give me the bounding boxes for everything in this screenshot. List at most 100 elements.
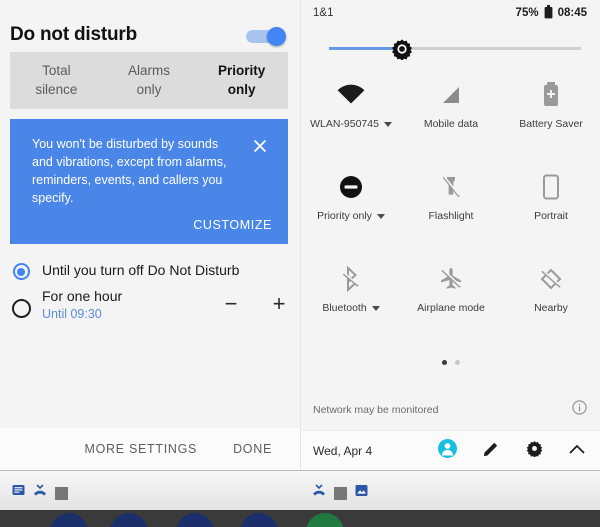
increase-duration-button[interactable]: + <box>268 293 290 315</box>
nearby-off-icon <box>538 256 564 302</box>
dnd-mode-priority-only[interactable]: Priority only <box>195 52 288 109</box>
wifi-icon <box>337 72 365 118</box>
app-icon-blue[interactable] <box>110 513 148 527</box>
toggle-thumb <box>267 27 286 46</box>
tile-label: Battery Saver <box>519 118 583 130</box>
page-dot-2[interactable] <box>455 360 460 365</box>
decrease-duration-button[interactable]: − <box>220 293 242 315</box>
chevron-down-icon[interactable] <box>371 302 380 314</box>
tile-airplane-mode[interactable]: Airplane mode <box>401 256 501 348</box>
brightness-gear-icon[interactable] <box>391 38 413 61</box>
footer-icon-group <box>438 438 600 463</box>
close-icon[interactable] <box>251 137 269 155</box>
app-icon-green[interactable] <box>306 513 344 527</box>
screenshot-icon[interactable] <box>334 486 347 500</box>
tile-label-text: Bluetooth <box>322 302 367 314</box>
more-settings-button[interactable]: MORE SETTINGS <box>84 442 197 456</box>
tile-label: Portrait <box>534 210 568 222</box>
tile-row-3: Bluetooth Airplane mode Nearby <box>301 256 600 348</box>
tile-label-text: Battery Saver <box>519 118 583 130</box>
tile-label: Priority only <box>317 210 385 222</box>
done-button[interactable]: DONE <box>233 442 272 456</box>
dnd-mode-total-silence[interactable]: Total silence <box>10 52 103 109</box>
tile-label: Airplane mode <box>417 302 485 314</box>
tile-bluetooth[interactable]: Bluetooth <box>301 256 401 348</box>
tile-label: WLAN-950745 <box>310 118 392 130</box>
radio-selected-icon[interactable] <box>12 263 30 280</box>
tile-row-2: Priority only Flashlight Portrait <box>301 164 600 256</box>
customize-button[interactable]: CUSTOMIZE <box>193 218 272 232</box>
tile-label-text: Portrait <box>534 210 568 222</box>
tile-portrait[interactable]: Portrait <box>501 164 600 256</box>
tile-battery-saver[interactable]: Battery Saver <box>501 72 600 164</box>
battery-saver-icon <box>540 72 562 118</box>
radio-wrap <box>0 260 42 280</box>
dnd-master-toggle[interactable] <box>246 27 286 46</box>
edit-pencil-icon[interactable] <box>483 440 500 462</box>
quick-settings-footer: Wed, Apr 4 <box>301 430 600 470</box>
notification-tray-right <box>312 484 368 502</box>
os-taskbar <box>0 470 600 510</box>
dnd-mode-segmented-control[interactable]: Total silence Alarms only Priority only <box>10 52 288 109</box>
app-icon-blue[interactable] <box>176 513 214 527</box>
missed-call-icon[interactable] <box>33 484 47 502</box>
chevron-down-icon[interactable] <box>383 118 392 130</box>
tile-nearby[interactable]: Nearby <box>501 256 600 348</box>
airplane-off-icon <box>438 256 464 302</box>
collapse-chevron-up-icon[interactable] <box>569 442 585 460</box>
dnd-header: Do not disturb <box>0 18 300 52</box>
tile-label: Bluetooth <box>322 302 380 314</box>
app-dock <box>0 510 600 527</box>
notification-tray-left <box>12 484 68 502</box>
signal-icon <box>439 72 463 118</box>
duration-option-text-group: For one hour Until 09:30 <box>42 288 122 321</box>
missed-call-icon[interactable] <box>312 484 326 502</box>
settings-gear-icon[interactable] <box>526 440 543 462</box>
dnd-action-bar: MORE SETTINGS DONE <box>0 428 300 470</box>
mode-label-line1: Priority <box>218 63 266 79</box>
dnd-info-card: You won't be disturbed by sounds and vib… <box>10 119 288 244</box>
mode-label-line2: silence <box>35 81 78 97</box>
flashlight-off-icon <box>439 164 463 210</box>
image-notification-icon[interactable] <box>355 484 368 502</box>
duration-option-label: Until you turn off Do Not Disturb <box>42 262 240 278</box>
info-card-text: You won't be disturbed by sounds and vib… <box>32 137 227 205</box>
tile-row-1: WLAN-950745 Mobile data Battery Saver <box>301 72 600 164</box>
tile-label: Nearby <box>534 302 568 314</box>
radio-unselected-icon[interactable] <box>11 299 31 318</box>
info-icon[interactable] <box>572 400 587 420</box>
tile-label: Mobile data <box>424 118 478 130</box>
message-notification-icon[interactable] <box>12 484 25 502</box>
screenshot-root: Do not disturb Total silence Alarms only… <box>0 0 600 527</box>
battery-icon <box>544 4 553 22</box>
footer-date-label: Wed, Apr 4 <box>313 443 373 458</box>
dnd-mode-alarms-only[interactable]: Alarms only <box>103 52 196 109</box>
mode-label-line1: Total <box>42 63 71 79</box>
tile-label-text: Nearby <box>534 302 568 314</box>
chevron-down-icon[interactable] <box>376 210 385 222</box>
mode-label-line2: only <box>136 81 162 97</box>
user-avatar-icon[interactable] <box>438 438 457 463</box>
app-icon-blue[interactable] <box>50 513 88 527</box>
do-not-disturb-panel: Do not disturb Total silence Alarms only… <box>0 0 300 470</box>
radio-wrap <box>0 288 42 318</box>
tile-priority-only[interactable]: Priority only <box>301 164 401 256</box>
network-monitor-notice: Network may be monitored <box>301 398 600 422</box>
brightness-slider[interactable] <box>329 38 581 61</box>
status-bar-right: 75% 08:45 <box>516 4 587 22</box>
status-bar: 1&1 75% 08:45 <box>301 0 600 26</box>
duration-option-until-off[interactable]: Until you turn off Do Not Disturb <box>0 256 300 284</box>
page-indicator <box>301 360 600 365</box>
duration-option-label: For one hour <box>42 288 123 304</box>
quick-settings-panel: 1&1 75% 08:45 WLAN-950745 Mobile data Ba… <box>300 0 600 470</box>
network-monitor-text: Network may be monitored <box>313 404 439 416</box>
screenshot-icon[interactable] <box>55 486 68 500</box>
tile-flashlight[interactable]: Flashlight <box>401 164 501 256</box>
duration-option-sublabel: Until 09:30 <box>42 307 102 321</box>
tile-wifi[interactable]: WLAN-950745 <box>301 72 401 164</box>
app-icon-blue[interactable] <box>240 513 278 527</box>
tile-mobile-data[interactable]: Mobile data <box>401 72 501 164</box>
page-dot-1[interactable] <box>442 360 447 365</box>
tile-label-text: Mobile data <box>423 118 479 130</box>
tile-label-text: Priority only <box>317 210 372 222</box>
